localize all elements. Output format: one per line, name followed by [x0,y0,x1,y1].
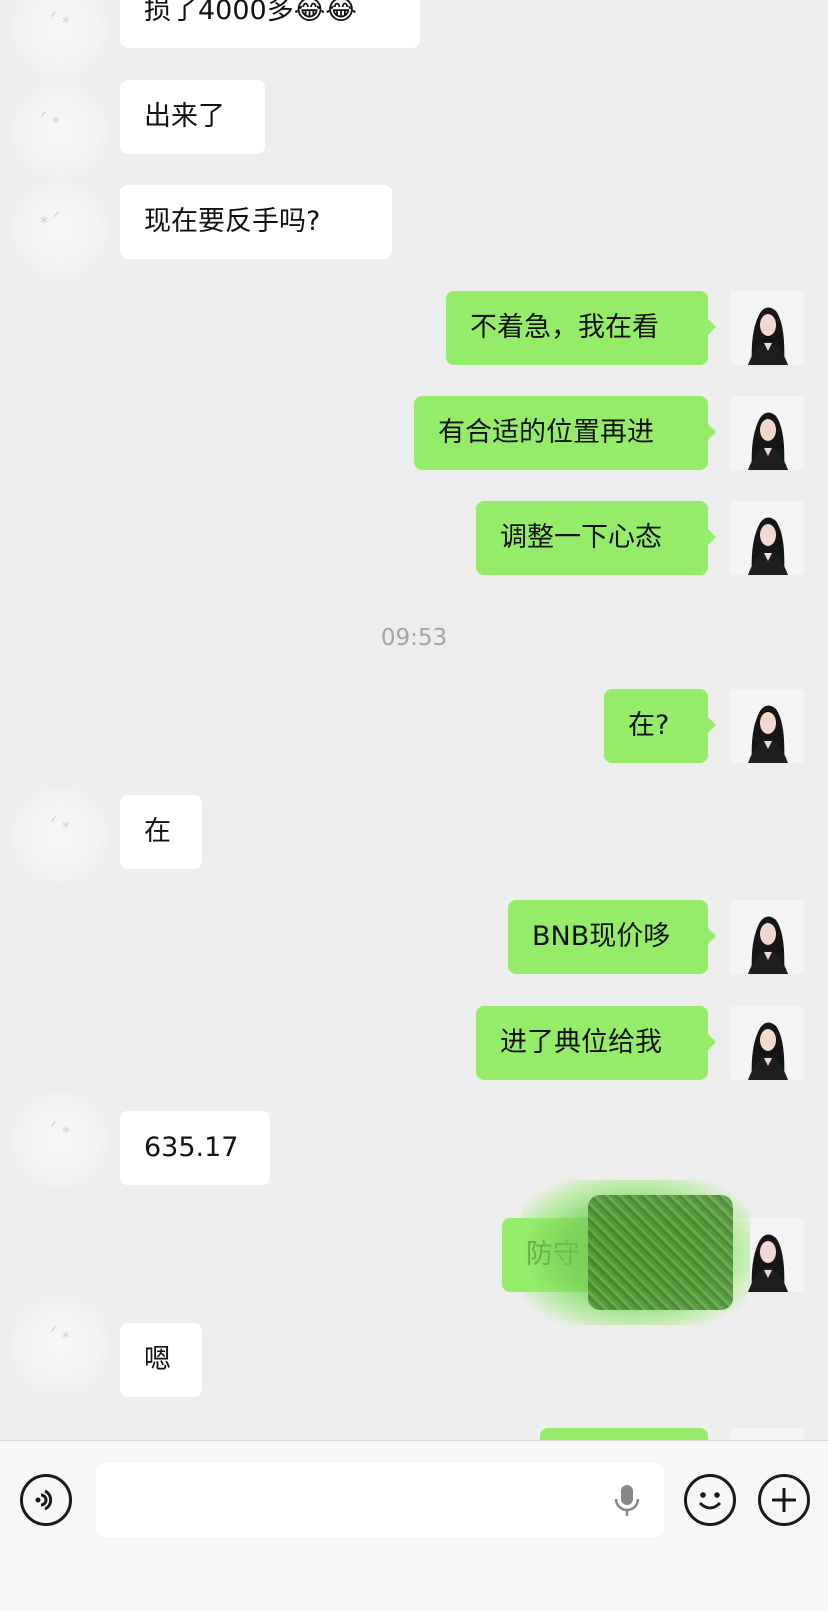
contact-avatar[interactable]: ᐟ ⁎ [10,785,110,885]
portrait-icon [730,1428,804,1440]
user-avatar[interactable] [730,396,804,470]
voice-button[interactable] [20,1474,72,1526]
incoming-message-bubble[interactable]: 嗯 [120,1323,202,1397]
user-avatar[interactable] [730,689,804,763]
message-input[interactable] [96,1463,664,1537]
outgoing-message-bubble[interactable]: 有合适的位置再进 [414,396,716,470]
incoming-message-bubble[interactable]: 在 [120,795,202,869]
chat-area[interactable]: ᐟ ⁎ ᐟ ⁎ ⁎ ᐟ ᐟ ⁎ ᐟ ⁎ ᐟ ⁎ 损了4000多😂😂 出来了 现在… [0,0,828,1440]
outgoing-message-bubble[interactable]: 进了典位给我 [476,1006,716,1080]
microphone-icon[interactable] [608,1481,646,1519]
timestamp: 09:53 [380,625,448,651]
incoming-message-bubble[interactable]: 现在要反手吗? [120,185,392,259]
portrait-icon [730,900,804,974]
portrait-icon [730,1006,804,1080]
user-avatar[interactable] [730,501,804,575]
outgoing-message-bubble[interactable]: BNB现价哆 [508,900,716,974]
user-avatar[interactable] [730,900,804,974]
incoming-message-bubble[interactable]: 出来了 [120,80,265,154]
outgoing-message-bubble[interactable]: 调整一下心态 [476,501,716,575]
voice-icon [35,1489,53,1511]
input-bar [0,1440,828,1611]
incoming-message-bubble[interactable]: 635.17 [120,1111,270,1185]
user-avatar[interactable] [730,1428,804,1440]
outgoing-message-bubble[interactable]: 不着急，我在看 [446,291,716,365]
contact-avatar[interactable]: ᐟ ⁎ [10,80,110,180]
outgoing-message-bubble[interactable]: 在? [604,689,716,763]
contact-avatar[interactable]: ᐟ ⁎ [10,1295,110,1395]
portrait-icon [730,501,804,575]
portrait-icon [730,396,804,470]
outgoing-message-bubble[interactable] [540,1428,708,1440]
plus-button[interactable] [758,1474,810,1526]
user-avatar[interactable] [730,291,804,365]
redaction-scribble [588,1195,733,1310]
emoji-icon [698,1492,722,1510]
contact-avatar[interactable]: ᐟ ⁎ [10,1090,110,1190]
emoji-button[interactable] [684,1474,736,1526]
portrait-icon [730,689,804,763]
user-avatar[interactable] [730,1006,804,1080]
incoming-message-bubble[interactable]: 损了4000多😂😂 [120,0,420,48]
contact-avatar[interactable]: ᐟ ⁎ [10,0,110,80]
plus-icon [772,1488,796,1512]
contact-avatar[interactable]: ⁎ ᐟ [10,180,110,280]
portrait-icon [730,291,804,365]
